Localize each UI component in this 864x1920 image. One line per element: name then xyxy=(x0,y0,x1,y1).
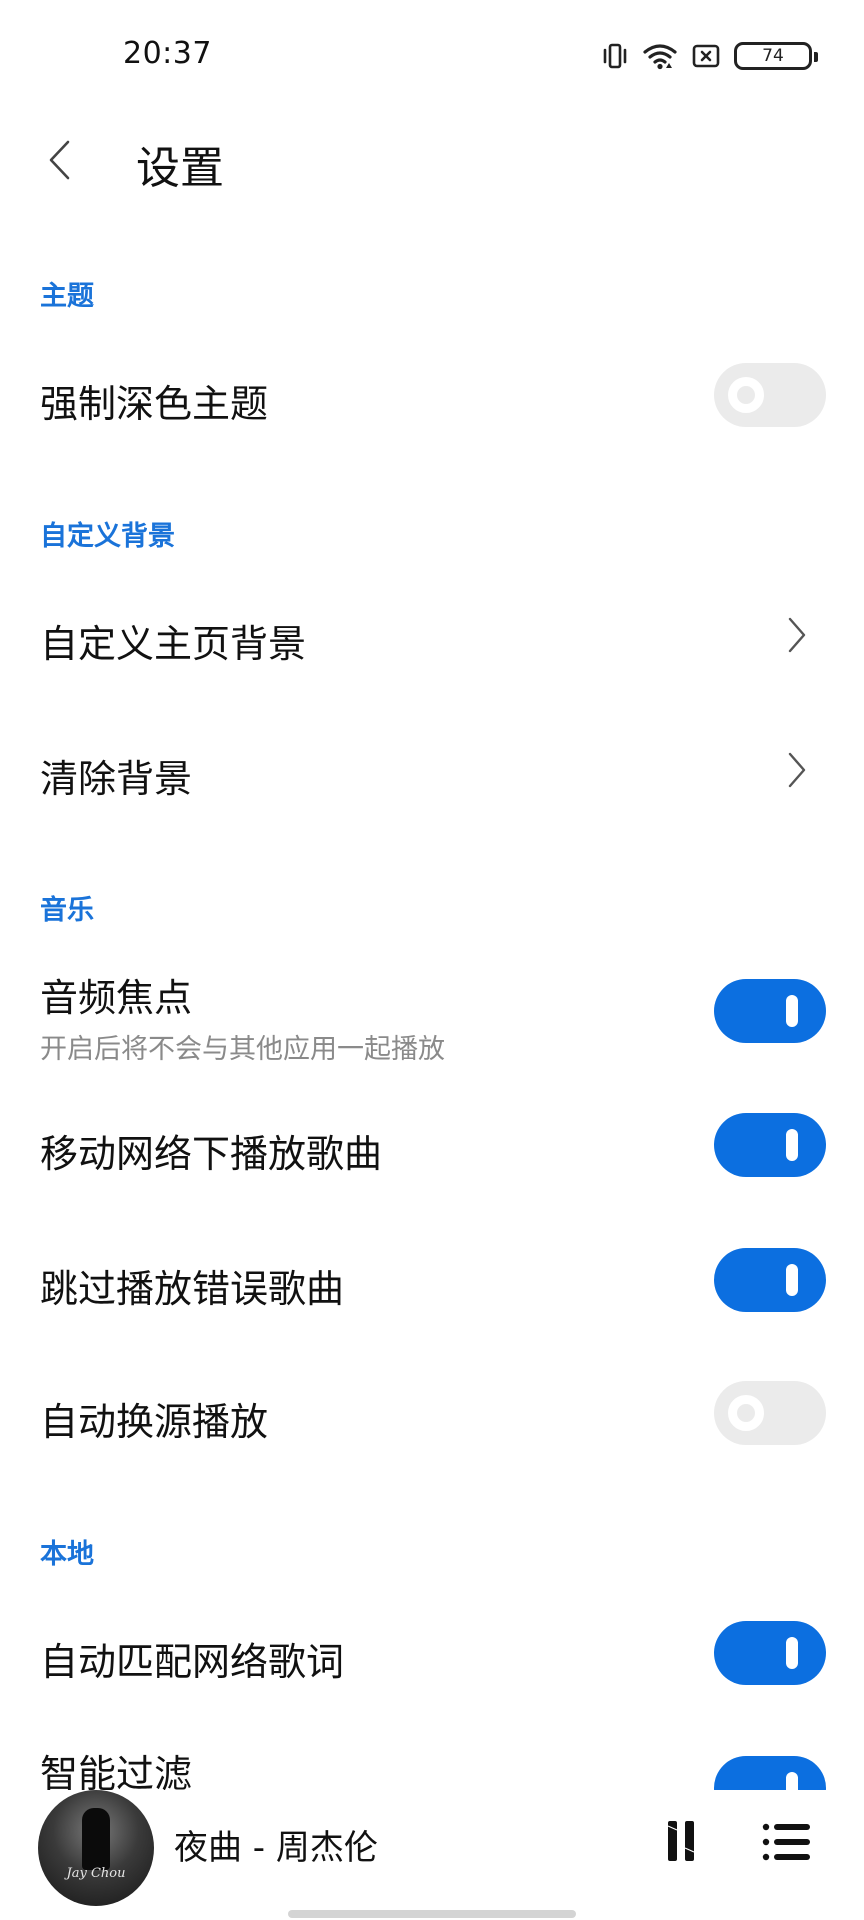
setting-row-clear-bg[interactable]: 清除背景 xyxy=(0,715,864,825)
auto-switch-source-toggle[interactable] xyxy=(714,1381,826,1445)
playlist-icon[interactable] xyxy=(762,1822,812,1862)
setting-label: 自动匹配网络歌词 xyxy=(40,1640,345,1684)
setting-row-skip-errors[interactable]: 跳过播放错误歌曲 xyxy=(0,1225,864,1335)
toggle-knob xyxy=(786,1772,798,1790)
page-title: 设置 xyxy=(136,143,224,194)
chevron-left-icon xyxy=(49,140,70,180)
wifi-icon xyxy=(642,41,678,71)
setting-row-custom-home-bg[interactable]: 自定义主页背景 xyxy=(0,580,864,690)
setting-label: 移动网络下播放歌曲 xyxy=(40,1132,383,1176)
setting-label: 跳过播放错误歌曲 xyxy=(40,1267,345,1311)
setting-label: 强制深色主题 xyxy=(40,382,269,426)
settings-screen: 20:37 74 设置 主题 强制深色主题 自定义背景 自定义主页背景 清除背景… xyxy=(0,0,864,1920)
setting-label: 自定义主页背景 xyxy=(40,622,307,666)
chevron-right-icon xyxy=(788,617,806,653)
smart-filter-toggle[interactable] xyxy=(714,1756,826,1790)
chevron-right-icon xyxy=(788,752,806,788)
status-icons: 74 xyxy=(602,38,818,74)
toggle-knob xyxy=(786,995,798,1027)
battery-icon: 74 xyxy=(734,42,818,70)
back-button[interactable] xyxy=(30,124,90,196)
setting-row-play-on-mobile[interactable]: 移动网络下播放歌曲 xyxy=(0,1090,864,1200)
status-bar: 20:37 74 xyxy=(0,0,864,110)
setting-row-auto-lyrics[interactable]: 自动匹配网络歌词 xyxy=(0,1598,864,1708)
status-time: 20:37 xyxy=(123,36,212,71)
section-title-theme: 主题 xyxy=(40,281,94,312)
play-on-mobile-toggle[interactable] xyxy=(714,1113,826,1177)
toggle-knob xyxy=(728,377,764,413)
setting-description: 开启后将不会与其他应用一起播放 xyxy=(40,1034,445,1065)
album-art-text: Jay Chou xyxy=(66,1866,126,1881)
auto-lyrics-toggle[interactable] xyxy=(714,1621,826,1685)
setting-row-auto-switch-source[interactable]: 自动换源播放 xyxy=(0,1358,864,1468)
header: 设置 xyxy=(0,110,864,210)
album-art[interactable]: Jay Chou xyxy=(38,1790,154,1906)
vibrate-icon xyxy=(602,41,628,71)
section-title-music: 音乐 xyxy=(40,895,94,926)
toggle-knob xyxy=(728,1395,764,1431)
setting-row-force-dark[interactable]: 强制深色主题 xyxy=(0,340,864,450)
setting-label: 自动换源播放 xyxy=(40,1400,269,1444)
toggle-knob xyxy=(786,1129,798,1161)
now-playing-title: 夜曲 - 周杰伦 xyxy=(174,1828,378,1868)
sim-error-icon xyxy=(692,43,720,69)
mini-player[interactable]: Jay Chou 夜曲 - 周杰伦 xyxy=(0,1790,864,1906)
setting-row-smart-filter[interactable]: 智能过滤 xyxy=(0,1733,864,1790)
album-figure xyxy=(82,1808,110,1870)
section-title-background: 自定义背景 xyxy=(40,521,175,552)
setting-label: 音频焦点 xyxy=(40,976,193,1020)
skip-errors-toggle[interactable] xyxy=(714,1248,826,1312)
setting-row-audio-focus[interactable]: 音频焦点 开启后将不会与其他应用一起播放 xyxy=(0,955,864,1070)
section-title-local: 本地 xyxy=(40,1539,94,1570)
setting-label: 清除背景 xyxy=(40,757,193,801)
audio-focus-toggle[interactable] xyxy=(714,979,826,1043)
toggle-knob xyxy=(786,1637,798,1669)
home-indicator[interactable] xyxy=(288,1910,576,1918)
toggle-knob xyxy=(786,1264,798,1296)
force-dark-toggle[interactable] xyxy=(714,363,826,427)
pause-icon[interactable] xyxy=(664,1818,700,1864)
setting-label: 智能过滤 xyxy=(40,1752,193,1790)
